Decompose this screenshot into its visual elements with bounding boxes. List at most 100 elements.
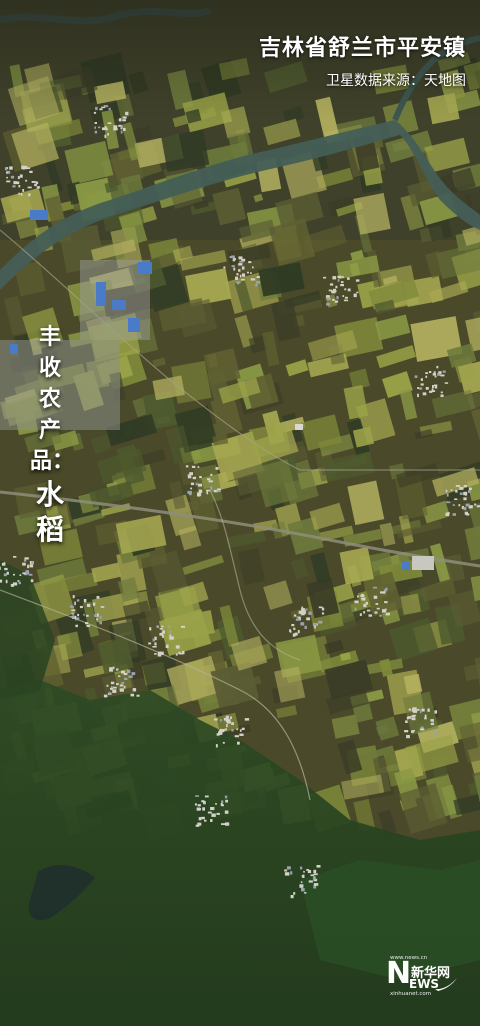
village-building bbox=[318, 620, 323, 624]
village-building bbox=[185, 465, 189, 468]
village-building bbox=[162, 630, 165, 634]
village-building bbox=[6, 571, 9, 575]
village-building bbox=[455, 485, 461, 487]
village-building bbox=[306, 869, 310, 871]
village-building bbox=[175, 645, 180, 649]
village-building bbox=[444, 382, 449, 384]
village-building bbox=[434, 730, 438, 734]
village-building bbox=[405, 720, 408, 723]
village-building bbox=[124, 677, 128, 680]
village-building bbox=[22, 562, 26, 566]
village-building bbox=[108, 691, 111, 695]
village-building bbox=[70, 615, 75, 618]
village-building bbox=[376, 607, 380, 610]
village-building bbox=[357, 595, 359, 598]
village-building bbox=[87, 603, 91, 607]
village-building bbox=[76, 599, 80, 602]
village-building bbox=[359, 613, 362, 616]
village-building bbox=[106, 684, 109, 687]
village-building bbox=[110, 681, 115, 685]
village-building bbox=[169, 630, 172, 633]
village-building bbox=[198, 817, 202, 821]
village-building bbox=[463, 507, 467, 511]
village-building bbox=[339, 276, 344, 278]
village-building bbox=[333, 288, 337, 291]
village-building bbox=[97, 613, 99, 617]
village-building bbox=[326, 297, 331, 301]
village-building bbox=[107, 122, 112, 124]
village-building bbox=[420, 383, 424, 386]
village-building bbox=[459, 492, 463, 495]
village-building bbox=[113, 128, 118, 131]
village-building bbox=[27, 564, 29, 569]
village-building bbox=[239, 260, 244, 263]
village-building bbox=[23, 559, 27, 562]
village-building bbox=[344, 296, 348, 299]
village-building bbox=[404, 730, 409, 733]
village-building bbox=[123, 685, 126, 689]
village-building bbox=[429, 371, 432, 373]
village-building bbox=[196, 807, 200, 811]
village-building bbox=[234, 735, 239, 738]
village-building bbox=[94, 126, 96, 129]
swoosh-icon bbox=[435, 978, 457, 991]
village-building bbox=[210, 473, 213, 476]
village-building bbox=[292, 633, 296, 637]
village-building bbox=[433, 384, 438, 387]
village-building bbox=[130, 693, 135, 697]
village-building bbox=[356, 291, 359, 294]
village-building bbox=[28, 573, 33, 576]
village-building bbox=[224, 810, 229, 814]
village-building bbox=[4, 167, 8, 171]
village-building bbox=[221, 729, 224, 733]
village-building bbox=[238, 263, 243, 266]
village-building bbox=[169, 634, 172, 638]
village-building bbox=[445, 489, 448, 493]
village-building bbox=[154, 642, 157, 646]
village-building bbox=[300, 866, 303, 870]
village-building bbox=[3, 562, 6, 565]
village-building bbox=[18, 185, 21, 188]
village-building bbox=[432, 385, 434, 389]
village-building bbox=[116, 683, 119, 686]
village-building bbox=[290, 895, 294, 899]
village-building bbox=[197, 804, 201, 807]
village-building bbox=[347, 288, 351, 292]
village-building bbox=[17, 580, 20, 582]
village-building bbox=[326, 302, 330, 306]
village-building bbox=[112, 666, 115, 670]
village-building bbox=[94, 122, 97, 124]
village-building bbox=[19, 174, 23, 178]
village-building bbox=[414, 375, 418, 378]
village-building bbox=[312, 877, 316, 880]
village-building bbox=[201, 800, 205, 803]
village-building bbox=[301, 875, 304, 878]
village-building bbox=[72, 595, 75, 599]
village-building bbox=[458, 504, 461, 507]
village-building bbox=[210, 807, 215, 811]
village-building bbox=[425, 387, 429, 390]
satellite-image bbox=[0, 0, 480, 1026]
village-building bbox=[226, 724, 228, 728]
village-building bbox=[231, 722, 234, 725]
village-building bbox=[305, 608, 308, 611]
village-building bbox=[119, 684, 124, 687]
village-building bbox=[425, 372, 429, 374]
village-building bbox=[363, 611, 366, 614]
village-building bbox=[199, 476, 202, 479]
village-building bbox=[289, 629, 291, 632]
village-building bbox=[250, 278, 256, 281]
village-building bbox=[239, 274, 242, 278]
village-building bbox=[256, 276, 260, 279]
xinhua-news-logo: www.news.cn N 新华网 EWS xinhuanet.com bbox=[384, 954, 458, 1000]
village-building bbox=[10, 175, 15, 179]
village-building bbox=[187, 475, 192, 479]
village-building bbox=[24, 557, 29, 560]
village-building bbox=[113, 686, 117, 689]
village-building bbox=[434, 375, 437, 378]
village-building bbox=[248, 261, 252, 264]
village-building bbox=[239, 733, 244, 736]
village-building bbox=[103, 694, 108, 698]
village-building bbox=[354, 600, 359, 604]
village-building bbox=[224, 728, 227, 731]
